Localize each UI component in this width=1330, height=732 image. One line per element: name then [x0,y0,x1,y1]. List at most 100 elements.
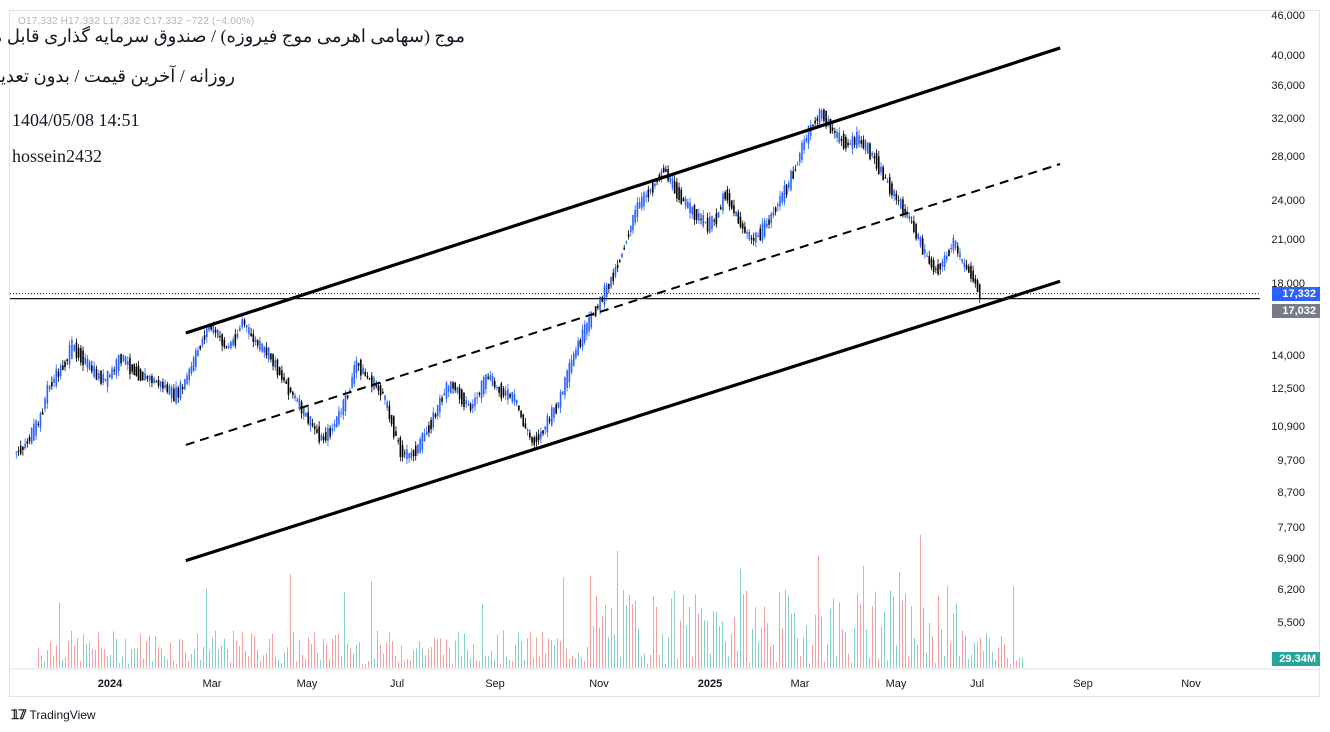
candle-body [316,429,318,433]
candle-body [177,387,180,398]
candle-body [263,346,266,353]
price-tick-label: 8,700 [1277,487,1305,499]
volume-bar [677,658,678,668]
candle-body [447,386,450,392]
candle-body [522,414,525,427]
candle-body [976,280,979,293]
volume-bar [959,656,960,668]
candle-body [893,190,895,196]
volume-bar [212,637,213,668]
candle-body [728,193,731,207]
volume-bar [107,656,108,668]
volume-bar [1004,644,1005,668]
candle-body [869,143,871,160]
price-tick-label: 14,000 [1271,350,1305,362]
candle-body [37,423,40,425]
candle-body [774,207,777,212]
candle-body [353,365,356,384]
candle-body [417,444,419,454]
volume-bar [950,641,951,668]
candle-body [594,306,597,316]
volume-bar [1007,657,1008,668]
candle-body [357,363,360,366]
volume-bar [410,660,411,668]
volume-bar [482,603,483,668]
candle-body [445,382,448,399]
time-tick-label: Sep [485,678,505,690]
candle-body [243,319,246,325]
candle-body [410,452,413,459]
volume-bar [602,616,603,668]
volume-bar [470,658,471,668]
candle-body [880,166,882,173]
candle-body [305,412,307,417]
volume-bar [179,639,180,668]
volume-bar [515,644,516,668]
candle-body [744,226,746,233]
volume-bar [695,594,696,668]
candle-body [954,240,957,248]
candle-body [946,255,948,260]
candle-body [141,371,144,381]
candle-body [250,333,252,337]
volume-bar [134,648,135,668]
volume-bar [599,627,600,668]
candle-body [100,370,102,384]
volume-bar [875,591,876,668]
candle-body [614,267,617,277]
volume-bar [422,648,423,668]
volume-bar [833,598,834,668]
volume-bar [101,647,102,668]
tradingview-logo[interactable]: 𝟙𝟟 TradingView [11,707,96,723]
volume-bar [251,633,252,668]
candle-body [935,268,937,270]
candle-body [798,152,801,163]
volume-bar [815,614,816,668]
volume-bar [269,638,270,668]
volume-bar [302,654,303,668]
candle-body [932,260,935,272]
candle-body [842,133,845,149]
candle-body [340,412,342,414]
candle-body [423,433,426,442]
time-tick-label: May [297,678,318,690]
candle-body [939,263,942,270]
price-tick-label: 10,900 [1271,421,1305,433]
volume-bar [731,633,732,668]
candle-body [526,429,529,432]
volume-bar [989,638,990,668]
volume-bar [974,642,975,668]
candle-body [812,125,814,127]
volume-bar [554,645,555,668]
volume-bar [452,663,453,668]
candle-body [28,437,31,442]
volume-bar [827,644,828,668]
volume-bar [296,661,297,668]
price-chart[interactable]: 46,000 40,000 36,000 32,000 28,000 24,000 21,0… [0,0,1330,700]
candle-body [267,347,270,360]
volume-bar [797,637,798,668]
volume-bar [59,602,60,668]
candle-body [285,381,288,384]
volume-bar [188,661,189,668]
candle-body [248,327,250,334]
volume-bar [896,645,897,668]
volume-bar [152,661,153,668]
volume-bar [953,613,954,668]
volume-bar [752,628,753,668]
candle-body [902,199,904,216]
volume-bar [203,647,204,668]
candle-body [478,392,481,395]
volume-bar [503,630,504,668]
candle-body [693,205,696,220]
candle-body [924,249,926,254]
candle-body [164,384,166,388]
volume-bar [608,637,609,668]
volume-bar [233,630,234,668]
candle-body [695,209,698,221]
candle-body [108,374,111,378]
candle-body [583,324,586,343]
chart-subtitle: روزانه / آخرین قیمت / بدون تعدیل [0,66,235,86]
candle-body [491,375,494,386]
volume-bar [557,638,558,668]
